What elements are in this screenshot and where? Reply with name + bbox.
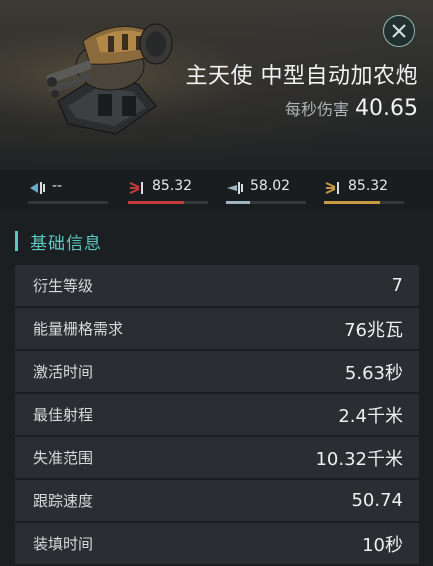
attribute-value: 7: [391, 275, 403, 296]
attribute-value: 5.63秒: [344, 362, 403, 384]
dps-readout: 每秒伤害 40.65: [285, 96, 418, 121]
attribute-value: 2.4千米: [338, 405, 403, 427]
attribute-value: 76兆瓦: [344, 319, 403, 341]
em-damage-icon: [30, 182, 45, 194]
attribute-label: 激活时间: [33, 363, 94, 381]
dps-label: 每秒伤害: [285, 100, 350, 119]
damage-profile: -- 85.32 58.02 85.32: [0, 170, 433, 210]
attribute-label: 能量栅格需求: [33, 320, 124, 338]
damage-explosive-value: 85.32: [348, 178, 389, 194]
damage-explosive-bar: [324, 201, 380, 204]
attribute-row: 激活时间 5.63秒: [15, 351, 419, 392]
damage-em-value: --: [52, 178, 63, 194]
kinetic-damage-icon: [227, 182, 243, 194]
explosive-damage-icon: [325, 182, 339, 194]
attribute-row: 能量栅格需求 76兆瓦: [15, 308, 419, 349]
attribute-label: 最佳射程: [33, 406, 94, 424]
section-title: 基础信息: [30, 233, 102, 254]
thermal-damage-icon: [129, 182, 143, 194]
section-accent-bar: [15, 231, 18, 251]
attribute-value: 50.74: [351, 490, 403, 511]
attribute-row: 失准范围 10.32千米: [15, 437, 419, 478]
damage-em: --: [28, 178, 108, 204]
close-icon: [392, 24, 406, 38]
damage-kinetic: 58.02: [226, 178, 306, 204]
attribute-value: 10秒: [362, 534, 403, 556]
item-header: 主天使 中型自动加农炮 每秒伤害 40.65: [0, 0, 433, 170]
attribute-row: 衍生等级 7: [15, 265, 419, 306]
attribute-row: 跟踪速度 50.74: [15, 480, 419, 521]
damage-kinetic-value: 58.02: [250, 178, 291, 194]
attribute-row: 最佳射程 2.4千米: [15, 394, 419, 435]
damage-thermal: 85.32: [128, 178, 208, 204]
dps-value: 40.65: [355, 96, 418, 121]
attribute-list: 衍生等级 7 能量栅格需求 76兆瓦 激活时间 5.63秒 最佳射程 2.4千米…: [15, 265, 419, 566]
damage-explosive: 85.32: [324, 178, 404, 204]
item-title: 主天使 中型自动加农炮: [185, 64, 418, 89]
attribute-label: 跟踪速度: [33, 492, 94, 510]
autocannon-turret-image: [46, 23, 173, 135]
attribute-label: 失准范围: [33, 449, 94, 467]
damage-thermal-bar: [128, 201, 184, 204]
close-button[interactable]: [383, 15, 415, 47]
attribute-label: 装填时间: [33, 535, 94, 553]
attribute-label: 衍生等级: [33, 277, 94, 295]
damage-thermal-value: 85.32: [152, 178, 193, 194]
attribute-row: 装填时间 10秒: [15, 523, 419, 564]
attribute-value: 10.32千米: [315, 448, 403, 470]
damage-kinetic-bar: [226, 201, 250, 204]
section-header-basic-info[interactable]: 基础信息: [15, 228, 102, 254]
